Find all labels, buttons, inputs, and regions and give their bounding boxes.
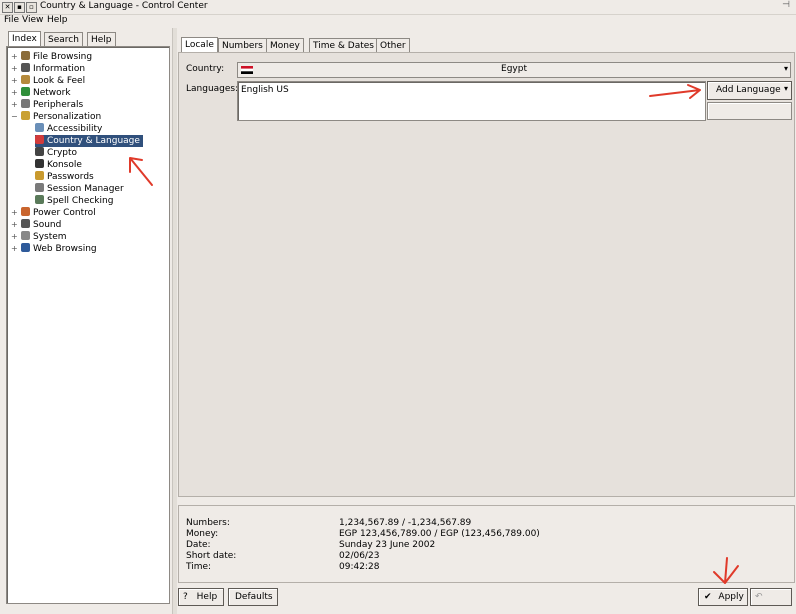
annotation-overlay	[129, 84, 739, 584]
annotation-arrow	[713, 557, 739, 584]
annotation-arrow	[649, 84, 701, 99]
annotation-arrow	[129, 157, 153, 186]
